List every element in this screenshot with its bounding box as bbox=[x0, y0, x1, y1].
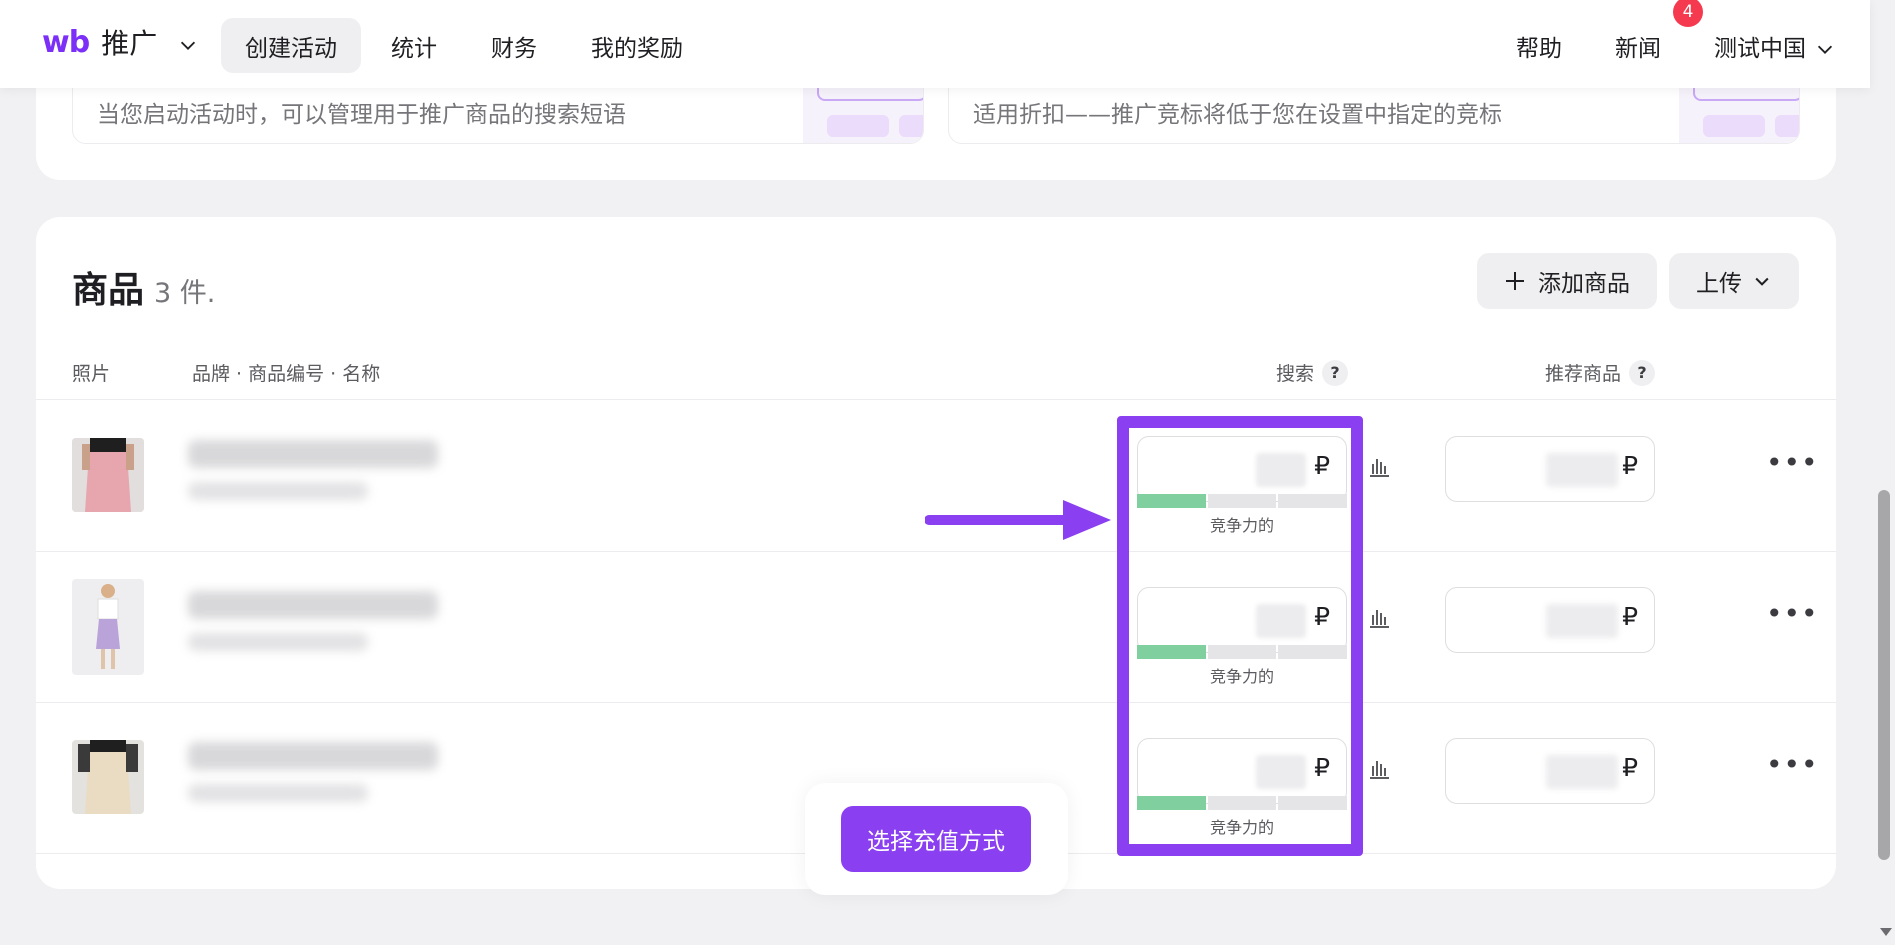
chevron-down-icon bbox=[1817, 45, 1833, 54]
product-name-blurred[interactable] bbox=[188, 440, 438, 500]
bar-chart-icon[interactable] bbox=[1367, 756, 1391, 780]
news-label: 新闻 bbox=[1615, 35, 1661, 62]
more-options-icon[interactable]: ••• bbox=[1766, 600, 1819, 628]
bar-chart-icon[interactable] bbox=[1367, 605, 1391, 629]
plus-icon bbox=[1506, 272, 1524, 290]
recommend-bid-input[interactable]: ₽ bbox=[1445, 436, 1655, 502]
products-title: 商品 3 件. bbox=[72, 261, 215, 313]
ruble-sign: ₽ bbox=[1622, 753, 1638, 782]
logo[interactable]: wb 推广 bbox=[42, 22, 199, 62]
column-search: 搜索? bbox=[1276, 359, 1349, 386]
product-photo[interactable] bbox=[72, 438, 144, 512]
user-menu[interactable]: 测试中国 bbox=[1714, 29, 1836, 63]
page-title: 商品 bbox=[72, 270, 145, 311]
ruble-sign: ₽ bbox=[1622, 451, 1638, 480]
logo-text: 推广 bbox=[101, 27, 158, 60]
more-options-icon[interactable]: ••• bbox=[1766, 751, 1819, 779]
news-badge: 4 bbox=[1673, 0, 1703, 27]
column-photo: 照片 bbox=[72, 359, 110, 386]
chevron-down-icon[interactable] bbox=[177, 34, 199, 56]
top-bar: wb 推广 创建活动 统计 财务 我的奖励 帮助 新闻 4 测试中国 bbox=[0, 0, 1870, 88]
upload-button[interactable]: 上传 bbox=[1669, 253, 1799, 309]
tip-text: 适用折扣——推广竞标将低于您在设置中指定的竞标 bbox=[973, 102, 1502, 128]
column-photo-label: 照片 bbox=[72, 363, 111, 385]
highlight-box bbox=[1117, 416, 1363, 856]
chevron-down-icon bbox=[1755, 277, 1769, 286]
scrollbar-thumb[interactable] bbox=[1878, 490, 1890, 860]
bid-value-blurred bbox=[1546, 453, 1618, 487]
logo-mark: wb bbox=[42, 24, 90, 60]
column-search-label: 搜索 bbox=[1276, 363, 1315, 385]
payment-panel: 选择充值方式 bbox=[805, 783, 1068, 895]
nav-statistics[interactable]: 统计 bbox=[367, 18, 461, 73]
column-recommend-label: 推荐商品 bbox=[1545, 363, 1622, 385]
upload-label: 上传 bbox=[1696, 271, 1742, 297]
add-product-label: 添加商品 bbox=[1538, 271, 1630, 297]
column-recommend: 推荐商品? bbox=[1545, 359, 1656, 386]
column-name: 品牌 · 商品编号 · 名称 bbox=[192, 359, 380, 386]
nav-finance[interactable]: 财务 bbox=[467, 18, 561, 73]
arrow-right-icon bbox=[925, 500, 1111, 540]
recommend-bid-input[interactable]: ₽ bbox=[1445, 587, 1655, 653]
nav-create-campaign[interactable]: 创建活动 bbox=[221, 18, 361, 73]
product-name-blurred[interactable] bbox=[188, 591, 438, 651]
main-nav: 创建活动 统计 财务 我的奖励 bbox=[221, 18, 707, 73]
product-photo[interactable] bbox=[72, 579, 144, 675]
nav-my-rewards[interactable]: 我的奖励 bbox=[567, 18, 707, 73]
table-row: ₽ 竞争力的 ₽ ••• bbox=[36, 551, 1836, 702]
scroll-down-icon[interactable] bbox=[1880, 928, 1892, 936]
right-nav: 帮助 新闻 4 测试中国 bbox=[1516, 0, 1870, 73]
add-product-button[interactable]: 添加商品 bbox=[1477, 253, 1657, 309]
user-name: 测试中国 bbox=[1714, 35, 1806, 62]
bid-value-blurred bbox=[1546, 755, 1618, 789]
more-options-icon[interactable]: ••• bbox=[1766, 449, 1819, 477]
product-photo[interactable] bbox=[72, 740, 144, 814]
products-count: 3 件. bbox=[154, 278, 216, 309]
product-name-blurred[interactable] bbox=[188, 742, 438, 802]
choose-topup-button[interactable]: 选择充值方式 bbox=[841, 806, 1031, 872]
bar-chart-icon[interactable] bbox=[1367, 454, 1391, 478]
help-icon[interactable]: ? bbox=[1322, 359, 1349, 386]
help-icon[interactable]: ? bbox=[1629, 359, 1656, 386]
tip-text: 当您启动活动时，可以管理用于推广商品的搜索短语 bbox=[97, 102, 626, 128]
help-link[interactable]: 帮助 bbox=[1516, 29, 1562, 63]
column-name-label: 品牌 · 商品编号 · 名称 bbox=[192, 363, 381, 385]
recommend-bid-input[interactable]: ₽ bbox=[1445, 738, 1655, 804]
news-link[interactable]: 新闻 4 bbox=[1615, 0, 1703, 63]
bid-value-blurred bbox=[1546, 604, 1618, 638]
ruble-sign: ₽ bbox=[1622, 602, 1638, 631]
